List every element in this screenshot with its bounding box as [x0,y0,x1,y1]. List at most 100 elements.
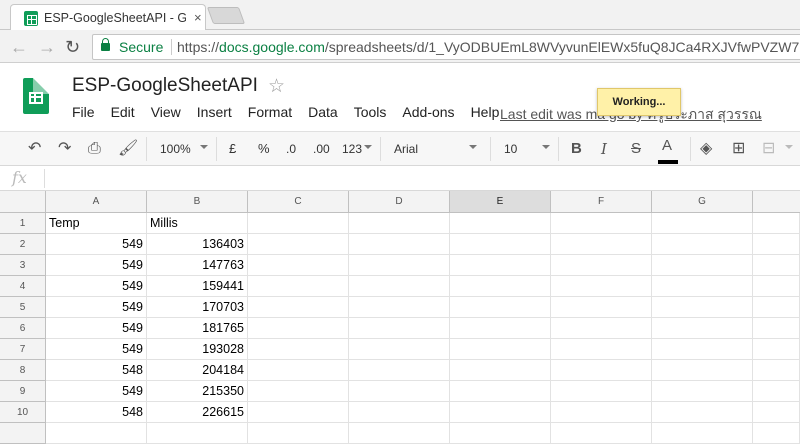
cell[interactable] [248,381,349,402]
column-header-c[interactable]: C [248,191,349,213]
cell[interactable]: 159441 [147,276,248,297]
cell[interactable] [349,423,450,444]
cell[interactable] [753,381,800,402]
column-header-a[interactable]: A [46,191,147,213]
column-header-b[interactable]: B [147,191,248,213]
cell[interactable]: 549 [46,297,147,318]
menu-tools[interactable]: Tools [354,104,387,122]
decrease-decimal-button[interactable]: .0 [286,142,296,156]
cell[interactable]: Millis [147,213,248,234]
cell[interactable] [551,423,652,444]
cell[interactable] [652,213,753,234]
cell[interactable] [753,402,800,423]
cell[interactable] [450,234,551,255]
cell[interactable] [652,360,753,381]
row-header[interactable]: 1 [0,213,46,234]
bold-button[interactable]: B [571,140,582,158]
cell[interactable] [652,381,753,402]
cell[interactable] [551,402,652,423]
back-icon[interactable]: ← [10,37,28,58]
print-icon[interactable]: ⎙ [88,140,101,158]
row-header[interactable]: 6 [0,318,46,339]
cell[interactable]: 181765 [147,318,248,339]
cell[interactable] [349,360,450,381]
cell[interactable]: Temp [46,213,147,234]
cell[interactable] [652,276,753,297]
strikethrough-button[interactable]: S [631,140,641,158]
row-header[interactable]: 3 [0,255,46,276]
cell[interactable] [753,276,800,297]
cell[interactable] [652,297,753,318]
cell[interactable]: 548 [46,360,147,381]
cell[interactable] [450,318,551,339]
row-header[interactable]: 10 [0,402,46,423]
cell[interactable] [551,360,652,381]
increase-decimal-button[interactable]: .00 [313,142,330,156]
row-header[interactable]: 9 [0,381,46,402]
cell[interactable] [349,297,450,318]
cell[interactable]: 549 [46,339,147,360]
menu-edit[interactable]: Edit [111,104,135,122]
cell[interactable]: 549 [46,234,147,255]
menu-insert[interactable]: Insert [197,104,232,122]
cell[interactable] [753,339,800,360]
cell[interactable] [349,402,450,423]
currency-button[interactable]: £ [229,141,236,156]
cell[interactable] [349,213,450,234]
row-header[interactable] [0,423,46,444]
cell[interactable] [248,360,349,381]
percent-button[interactable]: % [258,141,270,156]
column-header-h[interactable] [753,191,800,213]
reload-icon[interactable]: ↻ [65,37,80,58]
cell[interactable]: 549 [46,276,147,297]
cell[interactable] [248,297,349,318]
url-input[interactable]: Secure https://docs.google.com/spreadshe… [92,34,800,60]
cell[interactable] [753,297,800,318]
cell[interactable] [248,318,349,339]
menu-addons[interactable]: Add-ons [402,104,454,122]
select-all-corner[interactable] [0,191,46,213]
cell[interactable] [450,423,551,444]
cell[interactable]: 147763 [147,255,248,276]
redo-icon[interactable]: ↷ [58,140,71,158]
cell[interactable]: 204184 [147,360,248,381]
cell[interactable] [652,234,753,255]
cell[interactable] [551,213,652,234]
cell[interactable] [349,381,450,402]
cell[interactable] [753,234,800,255]
undo-icon[interactable]: ↶ [28,140,41,158]
row-header[interactable]: 4 [0,276,46,297]
close-tab-icon[interactable]: × [194,10,202,25]
document-title[interactable]: ESP-GoogleSheetAPI [72,75,258,97]
cell[interactable] [652,318,753,339]
cell[interactable] [551,381,652,402]
menu-format[interactable]: Format [248,104,292,122]
cell[interactable] [551,276,652,297]
cell[interactable] [349,276,450,297]
cell[interactable] [753,255,800,276]
cell[interactable] [349,339,450,360]
row-header[interactable]: 8 [0,360,46,381]
cell[interactable]: 226615 [147,402,248,423]
font-size-select[interactable]: 10 [504,142,517,156]
cell[interactable] [753,318,800,339]
cell[interactable] [450,339,551,360]
text-color-button[interactable]: A [662,137,672,155]
cell[interactable] [652,339,753,360]
menu-help[interactable]: Help [471,104,500,122]
paint-format-icon[interactable]: 🖌 [118,140,138,158]
cell[interactable] [652,402,753,423]
cell[interactable] [349,234,450,255]
cell[interactable] [147,423,248,444]
new-tab-button[interactable] [206,7,246,24]
cell[interactable]: 549 [46,255,147,276]
cell[interactable]: 549 [46,318,147,339]
cell[interactable] [248,402,349,423]
column-header-d[interactable]: D [349,191,450,213]
cell[interactable] [450,276,551,297]
menu-file[interactable]: File [72,104,95,122]
cell[interactable] [349,255,450,276]
cell[interactable] [349,318,450,339]
cell[interactable] [248,255,349,276]
column-header-e[interactable]: E [450,191,551,213]
